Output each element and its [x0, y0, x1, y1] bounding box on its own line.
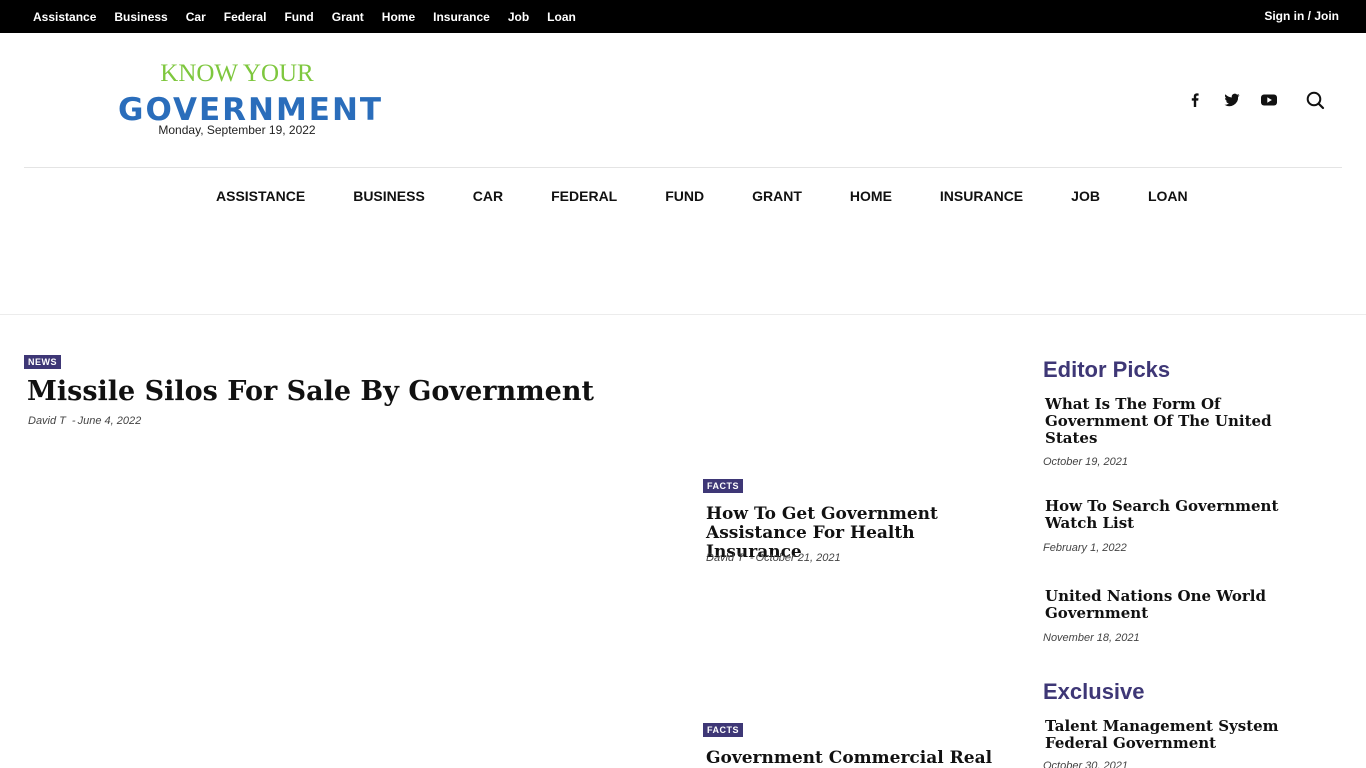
- menu-fund[interactable]: FUND: [641, 187, 728, 205]
- current-date: Monday, September 19, 2022: [158, 123, 316, 137]
- twitter-icon[interactable]: [1222, 90, 1242, 110]
- youtube-icon[interactable]: [1259, 90, 1279, 110]
- top-menu-fund[interactable]: Fund: [284, 9, 313, 25]
- card-author[interactable]: David T: [706, 552, 744, 564]
- menu-grant[interactable]: GRANT: [728, 187, 826, 205]
- logo-tagline[interactable]: KNOW YOUR: [120, 60, 354, 88]
- editor-picks-heading: Editor Picks: [1043, 357, 1171, 382]
- category-badge-facts[interactable]: FACTS: [703, 479, 744, 493]
- menu-divider: [0, 314, 1366, 315]
- header-divider: [24, 167, 1342, 168]
- editor-pick-date: November 18, 2021: [1043, 632, 1140, 644]
- exclusive-title[interactable]: Talent Management System Federal Governm…: [1045, 718, 1285, 752]
- menu-job[interactable]: JOB: [1047, 187, 1124, 205]
- menu-loan[interactable]: LOAN: [1124, 187, 1212, 205]
- featured-meta: David T - June 4, 2022: [28, 415, 142, 427]
- top-menu-car[interactable]: Car: [186, 9, 206, 25]
- featured-title[interactable]: Missile Silos For Sale By Government: [27, 375, 594, 409]
- facebook-icon[interactable]: [1185, 90, 1205, 110]
- featured-date: June 4, 2022: [77, 415, 142, 427]
- editor-pick-date: October 19, 2021: [1043, 456, 1129, 468]
- card-title[interactable]: Government Commercial Real: [706, 749, 1006, 768]
- editor-pick-date: February 1, 2022: [1043, 542, 1127, 554]
- category-badge-news[interactable]: NEWS: [24, 355, 61, 369]
- top-menu-grant[interactable]: Grant: [332, 9, 364, 25]
- top-menu-loan[interactable]: Loan: [547, 9, 576, 25]
- menu-insurance[interactable]: INSURANCE: [916, 187, 1047, 205]
- featured-author[interactable]: David T: [28, 415, 66, 427]
- main-menu: ASSISTANCE BUSINESS CAR FEDERAL FUND GRA…: [192, 187, 1212, 205]
- top-menu-assistance[interactable]: Assistance: [33, 9, 96, 25]
- sign-in-link[interactable]: Sign in / Join: [1264, 8, 1339, 24]
- card-meta: David T - October 21, 2021: [706, 552, 841, 564]
- editor-pick-title[interactable]: What Is The Form Of Government Of The Un…: [1045, 396, 1285, 447]
- search-icon[interactable]: [1305, 90, 1325, 110]
- card-date: October 21, 2021: [755, 552, 841, 564]
- category-badge-facts[interactable]: FACTS: [703, 723, 744, 737]
- top-bar: Assistance Business Car Federal Fund Gra…: [0, 0, 1366, 33]
- menu-car[interactable]: CAR: [449, 187, 527, 205]
- top-menu-job[interactable]: Job: [508, 9, 529, 25]
- exclusive-heading: Exclusive: [1043, 679, 1145, 704]
- top-menu-federal[interactable]: Federal: [224, 9, 267, 25]
- exclusive-date: October 30, 2021: [1043, 760, 1129, 768]
- top-menu-insurance[interactable]: Insurance: [433, 9, 490, 25]
- top-menu-home[interactable]: Home: [382, 9, 415, 25]
- menu-business[interactable]: BUSINESS: [329, 187, 449, 205]
- menu-assistance[interactable]: ASSISTANCE: [192, 187, 329, 205]
- top-menu-business[interactable]: Business: [114, 9, 167, 25]
- editor-pick-title[interactable]: United Nations One World Government: [1045, 588, 1285, 622]
- editor-pick-title[interactable]: How To Search Government Watch List: [1045, 498, 1285, 532]
- top-menu: Assistance Business Car Federal Fund Gra…: [33, 9, 594, 25]
- menu-federal[interactable]: FEDERAL: [527, 187, 641, 205]
- menu-home[interactable]: HOME: [826, 187, 916, 205]
